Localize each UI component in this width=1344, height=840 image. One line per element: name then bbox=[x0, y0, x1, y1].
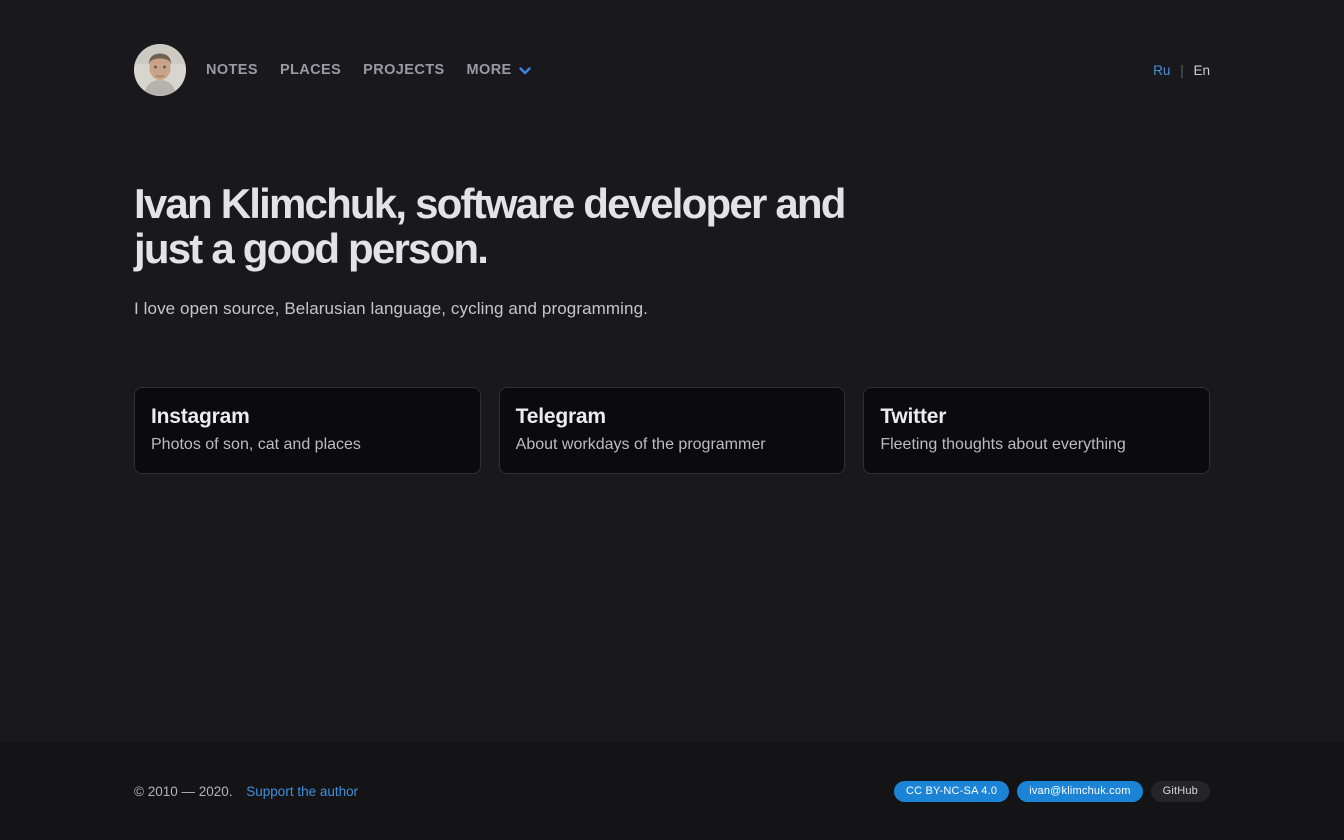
page: NOTES PLACES PROJECTS MORE Ru | En bbox=[0, 0, 1344, 840]
nav-item-projects[interactable]: PROJECTS bbox=[363, 62, 444, 78]
copyright-text: © 2010 — 2020. bbox=[134, 784, 233, 799]
card-telegram-title: Telegram bbox=[516, 405, 829, 429]
card-instagram-description: Photos of son, cat and places bbox=[151, 436, 464, 454]
card-twitter-description: Fleeting thoughts about everything bbox=[880, 436, 1193, 454]
main-content: Ivan Klimchuk, software developer and ju… bbox=[0, 96, 1344, 742]
nav-item-more-label: MORE bbox=[467, 62, 512, 78]
avatar-image bbox=[134, 44, 186, 96]
page-title: Ivan Klimchuk, software developer and ju… bbox=[134, 182, 879, 271]
avatar[interactable] bbox=[134, 44, 186, 96]
page-footer: © 2010 — 2020. Support the author CC BY-… bbox=[0, 742, 1344, 840]
card-telegram-description: About workdays of the programmer bbox=[516, 436, 829, 454]
nav-item-more[interactable]: MORE bbox=[467, 61, 531, 79]
card-twitter[interactable]: Twitter Fleeting thoughts about everythi… bbox=[863, 387, 1210, 474]
license-badge[interactable]: CC BY-NC-SA 4.0 bbox=[894, 781, 1009, 802]
footer-left: © 2010 — 2020. Support the author bbox=[134, 784, 358, 799]
nav-item-notes[interactable]: NOTES bbox=[206, 62, 258, 78]
top-header: NOTES PLACES PROJECTS MORE Ru | En bbox=[0, 0, 1344, 96]
social-cards: Instagram Photos of son, cat and places … bbox=[134, 387, 1210, 474]
chevron-down-icon bbox=[519, 63, 531, 79]
nav-item-places[interactable]: PLACES bbox=[280, 62, 341, 78]
card-twitter-title: Twitter bbox=[880, 405, 1193, 429]
card-telegram[interactable]: Telegram About workdays of the programme… bbox=[499, 387, 846, 474]
lang-option-en: En bbox=[1193, 63, 1210, 78]
card-instagram-title: Instagram bbox=[151, 405, 464, 429]
language-separator: | bbox=[1180, 63, 1184, 78]
language-switcher: Ru | En bbox=[1153, 63, 1210, 78]
footer-badges: CC BY-NC-SA 4.0 ivan@klimchuk.com GitHub bbox=[894, 781, 1210, 802]
support-author-link[interactable]: Support the author bbox=[246, 784, 358, 799]
email-badge[interactable]: ivan@klimchuk.com bbox=[1017, 781, 1142, 802]
main-nav: NOTES PLACES PROJECTS MORE bbox=[206, 61, 531, 79]
card-instagram[interactable]: Instagram Photos of son, cat and places bbox=[134, 387, 481, 474]
hero-subtitle: I love open source, Belarusian language,… bbox=[134, 299, 1210, 319]
lang-option-ru[interactable]: Ru bbox=[1153, 63, 1170, 78]
github-badge[interactable]: GitHub bbox=[1151, 781, 1210, 802]
